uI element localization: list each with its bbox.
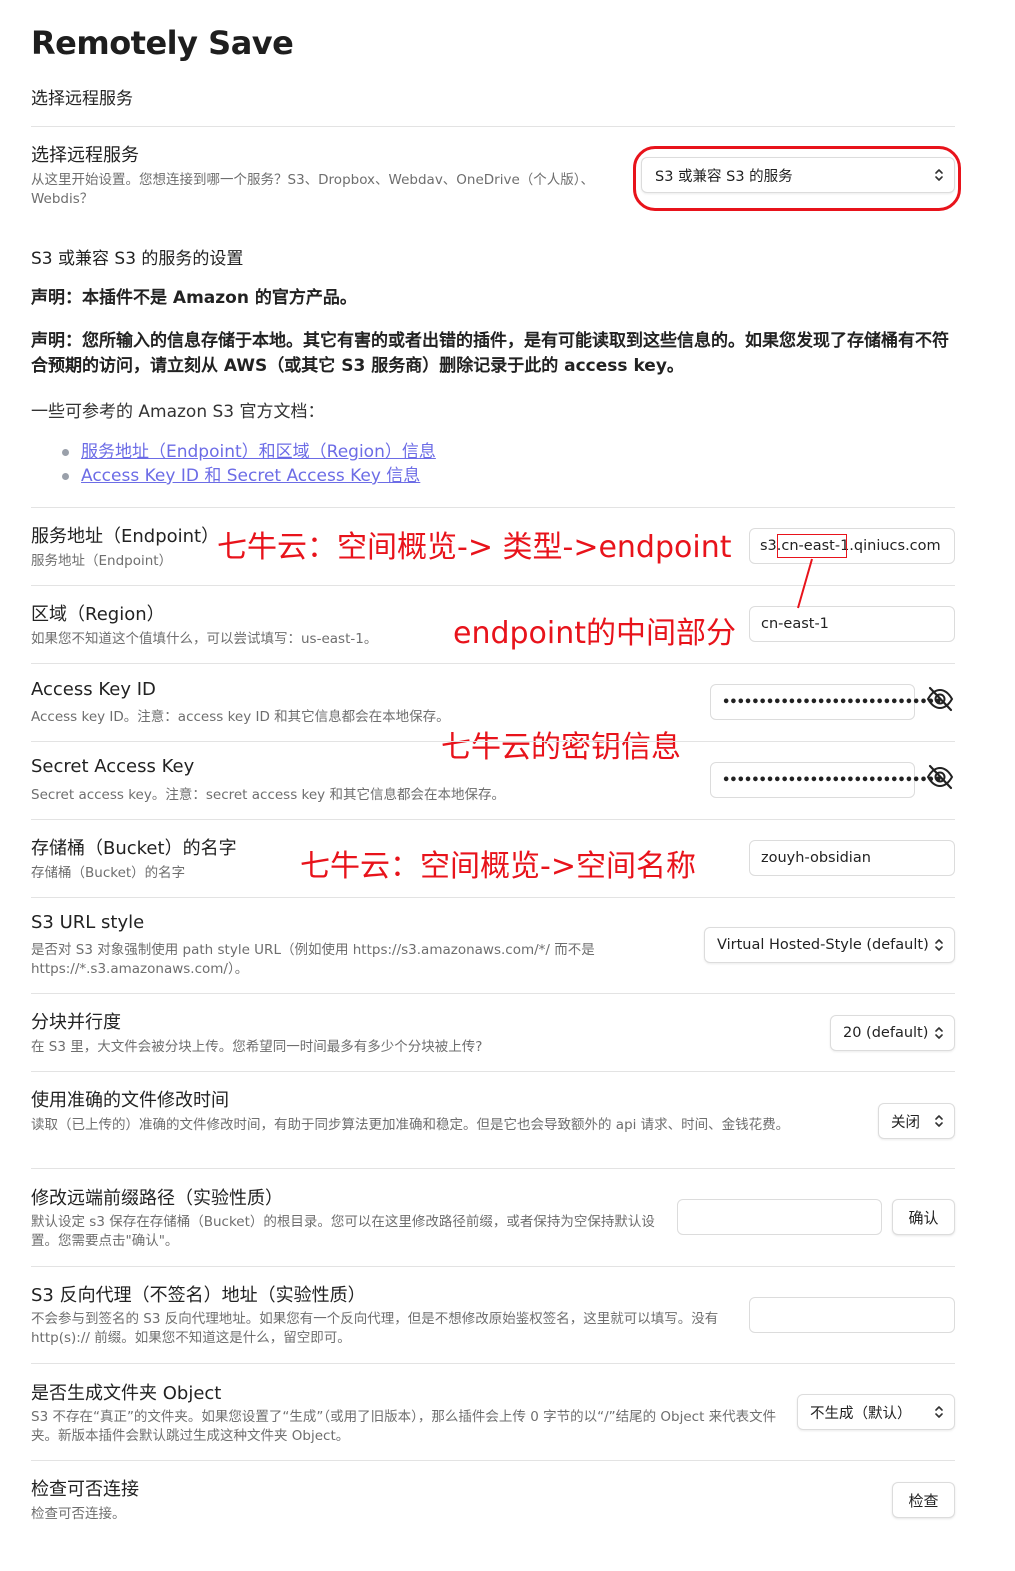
endpoint-value-suffix: .qiniucs.com (849, 538, 941, 554)
settings-page: Remotely Save 选择远程服务 选择远程服务 从这里开始设置。您想连接… (0, 0, 1015, 1571)
annotation-endpoint: 七牛云：空间概览-> 类型->endpoint (217, 530, 732, 565)
bullet (62, 449, 69, 456)
divider (31, 1266, 955, 1267)
page-subtitle: 选择远程服务 (31, 89, 133, 109)
eye-off-icon[interactable] (925, 684, 955, 714)
prefix-setting-name: 修改远端前缀路径（实验性质） (31, 1188, 283, 1209)
divider (31, 663, 955, 664)
updown-chevron-icon (935, 1406, 943, 1418)
service-setting-name: 选择远程服务 (31, 145, 139, 166)
divider (31, 1168, 955, 1169)
proxy-input[interactable] (749, 1297, 955, 1333)
proxy-setting-name: S3 反向代理（不签名）地址（实验性质） (31, 1285, 366, 1306)
folder-object-setting-desc: S3 不存在“真正”的文件夹。如果您设置了“生成”（或用了旧版本），那么插件会上… (31, 1409, 777, 1444)
page-title: Remotely Save (31, 24, 294, 62)
bucket-setting-desc: 存储桶（Bucket）的名字 (31, 865, 186, 881)
parallel-select[interactable]: 20 (default) (830, 1015, 955, 1051)
folder-object-select-value: 不生成（默认） (810, 1405, 912, 1422)
divider (31, 507, 955, 508)
divider (31, 1460, 955, 1461)
annotation-bucket: 七牛云：空间概览->空间名称 (300, 849, 696, 884)
check-connection-button[interactable]: 检查 (892, 1482, 955, 1518)
updown-chevron-icon (935, 1115, 943, 1127)
accurate-mtime-setting-desc: 读取（已上传的）准确的文件修改时间，有助于同步算法更加准确和稳定。但是它也会导致… (31, 1117, 790, 1133)
access-key-setting-desc: Access key ID。注意：access key ID 和其它信息都会在本… (31, 709, 450, 725)
url-style-setting-name: S3 URL style (31, 912, 145, 933)
docs-links: 服务地址（Endpoint）和区域（Region）信息 Access Key I… (62, 440, 436, 488)
endpoint-setting-name: 服务地址（Endpoint） (31, 526, 220, 547)
accurate-mtime-select-value: 关闭 (891, 1114, 920, 1131)
parallel-setting-desc: 在 S3 里，大文件会被分块上传。您希望同一时间最多有多少个分块被上传? (31, 1039, 483, 1055)
prefix-confirm-button[interactable]: 确认 (892, 1199, 955, 1235)
url-style-select-value: Virtual Hosted-Style (default) (717, 937, 929, 953)
bucket-input[interactable]: zouyh-obsidian (749, 840, 955, 876)
check-setting-name: 检查可否连接 (31, 1479, 139, 1500)
check-setting-desc: 检查可否连接。 (31, 1506, 126, 1522)
divider (31, 741, 955, 742)
parallel-setting-name: 分块并行度 (31, 1012, 121, 1033)
annotation-keys: 七牛云的密钥信息 (441, 730, 681, 765)
docs-link-access-key[interactable]: Access Key ID 和 Secret Access Key 信息 (62, 464, 436, 488)
endpoint-setting-desc: 服务地址（Endpoint） (31, 553, 173, 569)
secret-key-input[interactable]: •••••••••••••••••••••••••••••• (710, 762, 942, 798)
folder-object-select[interactable]: 不生成（默认） (797, 1394, 955, 1430)
divider (31, 993, 955, 994)
url-style-select[interactable]: Virtual Hosted-Style (default) (704, 927, 955, 963)
divider (31, 1363, 955, 1364)
annotation-region: endpoint的中间部分 (453, 616, 737, 651)
eye-off-icon[interactable] (925, 762, 955, 792)
updown-chevron-icon (935, 939, 943, 951)
bucket-setting-name: 存储桶（Bucket）的名字 (31, 838, 237, 859)
secret-key-setting-name: Secret Access Key (31, 756, 195, 777)
prefix-input[interactable] (677, 1199, 882, 1235)
accurate-mtime-select[interactable]: 关闭 (878, 1103, 955, 1139)
divider (31, 1071, 955, 1072)
prefix-setting-desc: 默认设定 s3 保存在存储桶（Bucket）的根目录。您可以在这里修改路径前缀，… (31, 1214, 655, 1249)
highlight-box (777, 534, 847, 558)
s3-section-title: S3 或兼容 S3 的服务的设置 (31, 249, 244, 269)
divider (31, 585, 955, 586)
service-setting-desc: 从这里开始设置。您想连接到哪一个服务？S3、Dropbox、Webdav、One… (31, 172, 595, 207)
divider (31, 126, 955, 127)
access-key-setting-name: Access Key ID (31, 679, 156, 700)
folder-object-setting-name: 是否生成文件夹 Object (31, 1383, 222, 1404)
url-style-setting-desc: 是否对 S3 对象强制使用 path style URL（例如使用 https:… (31, 942, 595, 977)
docs-intro: 一些可参考的 Amazon S3 官方文档： (31, 402, 325, 422)
divider (31, 897, 955, 898)
region-setting-name: 区域（Region） (31, 604, 165, 625)
region-input[interactable]: cn-east-1 (749, 606, 955, 642)
bullet (62, 473, 69, 480)
docs-link-endpoint[interactable]: 服务地址（Endpoint）和区域（Region）信息 (62, 440, 436, 464)
updown-chevron-icon (935, 1027, 943, 1039)
access-key-input[interactable]: •••••••••••••••••••••••••••••• (710, 684, 942, 720)
proxy-setting-desc: 不会参与到签名的 S3 反向代理地址。如果您有一个反向代理，但是不想修改原始鉴权… (31, 1311, 719, 1346)
disclaimer-2: 声明：您所输入的信息存储于本地。其它有害的或者出错的插件，是有可能读取到这些信息… (31, 331, 949, 376)
accurate-mtime-setting-name: 使用准确的文件修改时间 (31, 1090, 229, 1111)
divider (31, 819, 955, 820)
region-setting-desc: 如果您不知道这个值填什么，可以尝试填写：us-east-1。 (31, 631, 378, 647)
parallel-select-value: 20 (default) (843, 1025, 929, 1041)
disclaimer-1: 声明：本插件不是 Amazon 的官方产品。 (31, 288, 357, 308)
highlight-ellipse (633, 146, 961, 211)
secret-key-setting-desc: Secret access key。注意：secret access key 和… (31, 787, 505, 803)
